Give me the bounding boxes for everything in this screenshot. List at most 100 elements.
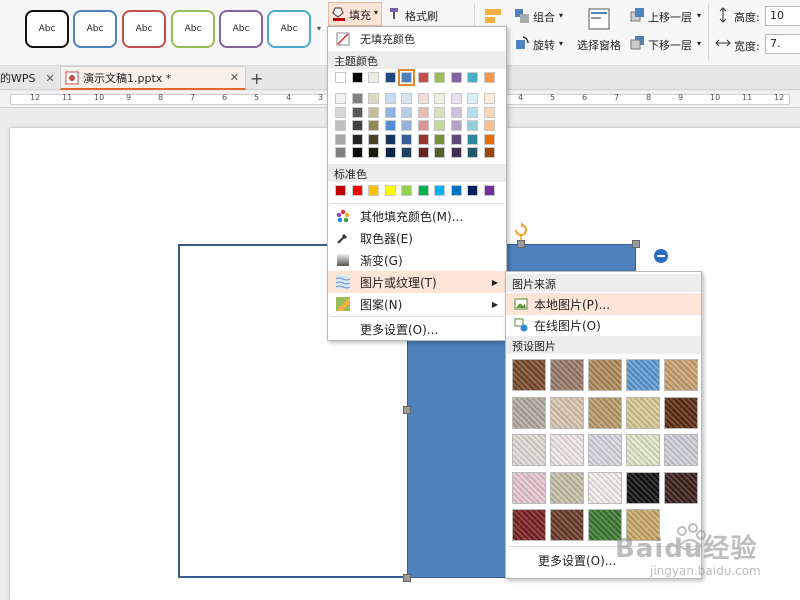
fill-more-settings-item[interactable]: 更多设置(O)... xyxy=(328,318,506,340)
texture-swatch[interactable] xyxy=(550,509,584,541)
standard-color-swatch[interactable] xyxy=(417,185,429,196)
theme-color-swatch[interactable] xyxy=(434,147,445,158)
theme-color-swatch[interactable] xyxy=(368,120,379,131)
theme-color-swatch[interactable] xyxy=(434,93,445,104)
texture-swatch[interactable] xyxy=(550,471,584,504)
theme-color-swatch[interactable] xyxy=(335,72,346,83)
theme-color-swatch[interactable] xyxy=(467,72,478,83)
theme-color-swatch[interactable] xyxy=(434,106,445,118)
shape-style-purple[interactable]: Abc xyxy=(219,10,263,48)
theme-color-swatch[interactable] xyxy=(351,72,363,83)
theme-color-swatch[interactable] xyxy=(384,106,396,118)
more-fill-colors-item[interactable]: 其他填充颜色(M)... xyxy=(328,205,506,227)
theme-color-swatch[interactable] xyxy=(401,93,412,104)
theme-color-swatch[interactable] xyxy=(434,72,445,83)
texture-swatch[interactable] xyxy=(550,359,584,391)
texture-swatch[interactable] xyxy=(664,396,698,429)
theme-color-swatch[interactable] xyxy=(417,93,429,104)
rotate-handle-icon[interactable] xyxy=(513,222,529,240)
theme-color-swatch[interactable] xyxy=(335,120,346,131)
no-fill-item[interactable]: 无填充颜色 xyxy=(328,28,506,50)
theme-color-swatch[interactable] xyxy=(434,133,445,145)
shape-style-black[interactable]: Abc xyxy=(25,10,69,48)
standard-color-swatch[interactable] xyxy=(483,185,495,196)
theme-color-swatch[interactable] xyxy=(384,147,396,158)
theme-color-swatch[interactable] xyxy=(335,133,346,145)
texture-swatch[interactable] xyxy=(664,359,698,391)
theme-color-swatch[interactable] xyxy=(401,120,412,131)
theme-color-swatch[interactable] xyxy=(368,106,379,118)
texture-swatch[interactable] xyxy=(626,396,660,429)
group-dropdown-icon[interactable]: ▾ xyxy=(559,11,563,20)
shape-style-blue[interactable]: Abc xyxy=(73,10,117,48)
theme-color-swatch[interactable] xyxy=(368,93,379,104)
texture-swatch[interactable] xyxy=(550,396,584,429)
theme-color-swatch[interactable] xyxy=(417,106,429,118)
theme-color-swatch[interactable] xyxy=(384,133,396,145)
theme-color-swatch[interactable] xyxy=(384,120,396,131)
theme-color-swatch[interactable] xyxy=(450,106,462,118)
theme-color-swatch[interactable] xyxy=(351,133,363,145)
width-input[interactable]: 7. xyxy=(765,34,800,54)
theme-color-swatch[interactable] xyxy=(483,72,495,83)
shape-style-green[interactable]: Abc xyxy=(171,10,215,48)
texture-swatch[interactable] xyxy=(588,359,622,391)
rotate-button[interactable]: 旋转 xyxy=(533,37,555,53)
theme-color-swatch[interactable] xyxy=(335,147,346,158)
theme-color-swatch[interactable] xyxy=(335,106,346,118)
theme-color-swatch[interactable] xyxy=(434,120,445,131)
theme-color-swatch[interactable] xyxy=(450,147,462,158)
rotate-dropdown-icon[interactable]: ▾ xyxy=(559,39,563,48)
theme-color-swatch[interactable] xyxy=(401,106,412,118)
texture-swatch[interactable] xyxy=(664,434,698,466)
close-icon[interactable]: ✕ xyxy=(46,72,55,85)
theme-color-swatch[interactable] xyxy=(335,93,346,104)
gradient-item[interactable]: 渐变(G) xyxy=(328,249,506,271)
resize-handle[interactable] xyxy=(517,240,525,248)
texture-swatch[interactable] xyxy=(588,434,622,466)
theme-color-swatch[interactable] xyxy=(417,120,429,131)
theme-color-swatch[interactable] xyxy=(417,147,429,158)
standard-color-swatch[interactable] xyxy=(401,185,412,196)
texture-swatch[interactable] xyxy=(512,509,546,541)
texture-swatch[interactable] xyxy=(512,359,546,391)
layout-options-button[interactable] xyxy=(650,245,672,267)
theme-color-swatch[interactable] xyxy=(368,133,379,145)
theme-color-swatch[interactable] xyxy=(467,106,478,118)
standard-color-swatch[interactable] xyxy=(467,185,478,196)
theme-color-swatch[interactable] xyxy=(398,69,415,86)
add-tab-button[interactable]: + xyxy=(250,66,263,90)
theme-color-swatch[interactable] xyxy=(351,147,363,158)
theme-color-swatch[interactable] xyxy=(483,93,495,104)
close-icon[interactable]: ✕ xyxy=(230,71,239,84)
styles-scroll-down-icon[interactable]: ▾ xyxy=(314,12,324,48)
theme-color-swatch[interactable] xyxy=(351,120,363,131)
theme-color-swatch[interactable] xyxy=(417,133,429,145)
theme-color-swatch[interactable] xyxy=(351,93,363,104)
send-backward-dropdown-icon[interactable]: ▾ xyxy=(697,39,701,48)
theme-color-swatch[interactable] xyxy=(467,120,478,131)
texture-swatch[interactable] xyxy=(626,359,660,391)
standard-color-swatch[interactable] xyxy=(434,185,445,196)
eyedropper-item[interactable]: 取色器(E) xyxy=(328,227,506,249)
fill-button[interactable]: 填充 ▾ xyxy=(328,2,382,26)
resize-handle[interactable] xyxy=(403,406,411,414)
group-button[interactable]: 组合 xyxy=(533,9,555,25)
theme-color-swatch[interactable] xyxy=(450,120,462,131)
theme-color-swatch[interactable] xyxy=(450,72,462,83)
texture-swatch[interactable] xyxy=(626,471,660,504)
height-input[interactable]: 10 xyxy=(765,6,800,26)
texture-swatch[interactable] xyxy=(512,396,546,429)
theme-color-swatch[interactable] xyxy=(483,106,495,118)
texture-swatch[interactable] xyxy=(588,471,622,504)
theme-color-swatch[interactable] xyxy=(401,147,412,158)
texture-swatch[interactable] xyxy=(626,434,660,466)
send-backward-button[interactable]: 下移一层 xyxy=(648,37,692,53)
texture-swatch[interactable] xyxy=(512,434,546,466)
fill-dropdown-icon[interactable]: ▾ xyxy=(374,8,378,17)
theme-color-swatch[interactable] xyxy=(351,106,363,118)
theme-color-swatch[interactable] xyxy=(368,147,379,158)
bring-forward-button[interactable]: 上移一层 xyxy=(648,9,692,25)
tab-wps-home[interactable]: 的WPS ✕ xyxy=(0,66,60,90)
tab-presentation[interactable]: 演示文稿1.pptx * ✕ xyxy=(60,66,246,90)
